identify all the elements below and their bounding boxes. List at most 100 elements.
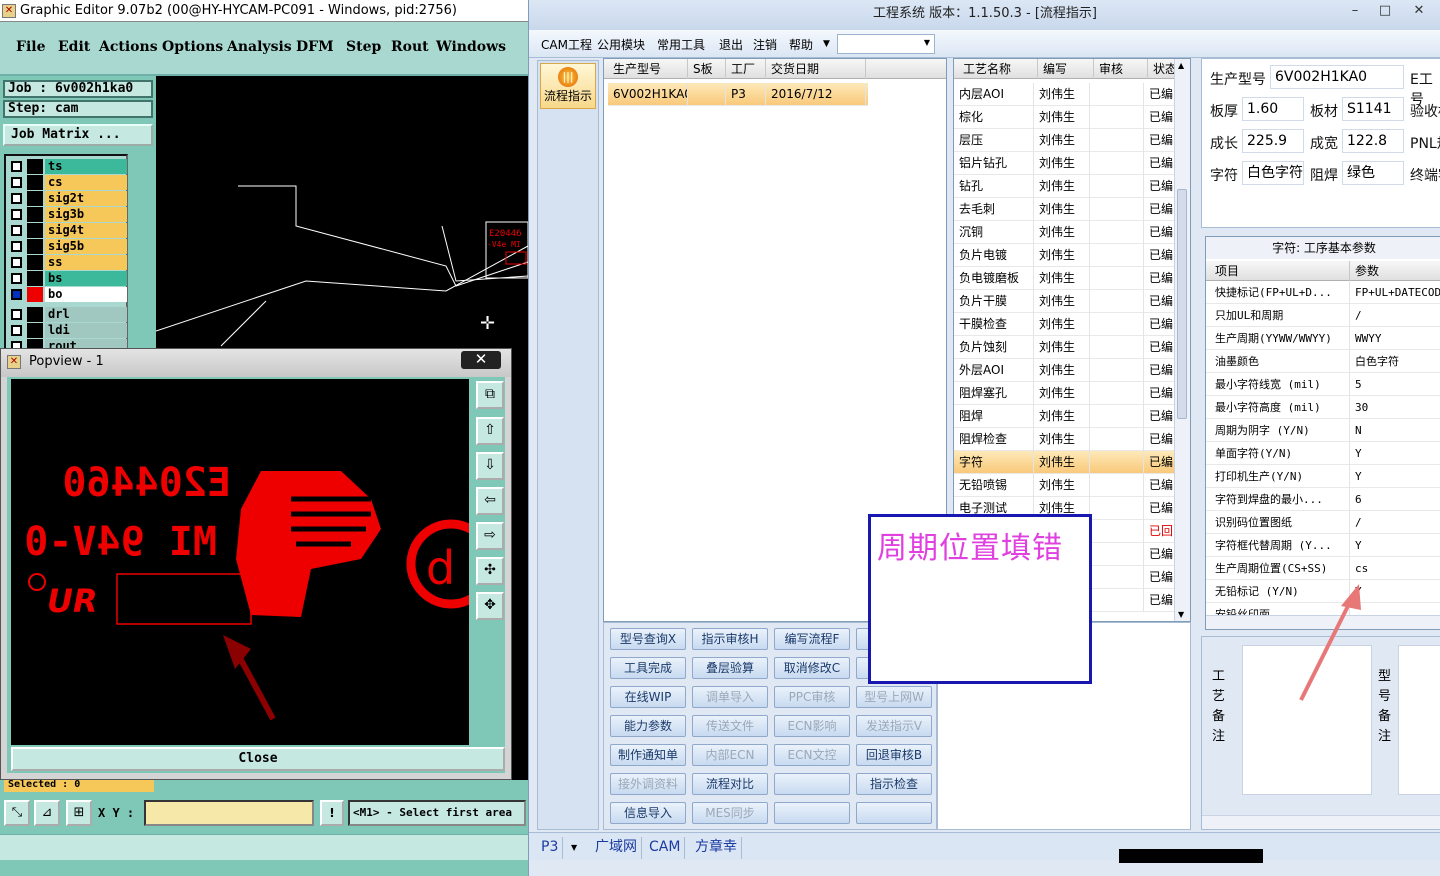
table-row[interactable]: 内层AOI 刘伟生 已编 [954,83,1176,106]
model-field[interactable]: 6V002H1KA0 [1270,65,1404,89]
col-model[interactable]: 生产型号 [608,59,688,79]
table-row[interactable]: 阻焊 刘伟生 已编 [954,405,1176,428]
table-row[interactable]: 生产周期(YYWW/WWYY) WWYY [1206,327,1440,350]
layer-checkbox[interactable] [11,209,22,220]
table-row[interactable]: 周期为阴字 (Y/N) N [1206,419,1440,442]
table-row[interactable]: 最小字符高度 (mil) 30 [1206,396,1440,419]
table-row[interactable]: 油墨颜色 白色字符 [1206,350,1440,373]
action-button[interactable]: 发送指示V [856,715,932,737]
menu-actions[interactable]: Actions [99,39,158,55]
action-button[interactable]: 流程对比 [692,773,768,795]
zoom-fit-icon[interactable]: ⧉ [476,381,504,409]
layer-row[interactable]: sig2t [9,191,127,206]
table-row[interactable]: 6V002H1KA0 P3 2016/7/12 [608,83,868,106]
process-scrollbar[interactable]: ▲ ▼ [1174,59,1190,621]
col-item[interactable]: 项目 [1210,261,1350,281]
scroll-down-icon[interactable]: ▼ [1178,610,1184,619]
maximize-icon[interactable]: □ [1373,2,1397,20]
layer-row[interactable]: cs [9,175,127,190]
action-button[interactable]: 型号查询X [610,628,686,650]
action-button[interactable]: 叠层验算 [692,657,768,679]
layer-checkbox[interactable] [11,241,22,252]
pan-right-icon[interactable]: ⇨ [476,522,504,550]
job-matrix-button[interactable]: Job Matrix ... [3,124,153,146]
remarks-hscroll[interactable] [1202,815,1440,829]
menu-rout[interactable]: Rout [391,39,429,55]
action-button[interactable] [774,802,850,824]
layer-row[interactable]: drl [9,307,127,322]
layer-row[interactable]: bo [9,287,127,302]
layer-checkbox[interactable] [11,193,22,204]
col-delivery-date[interactable]: 交货日期 [766,59,866,79]
menu-dfm[interactable]: DFM [296,39,334,55]
table-row[interactable]: 负片蚀刻 刘伟生 已编 [954,336,1176,359]
solder-mask-field[interactable]: 绿色 [1342,161,1404,185]
action-button[interactable]: 回退审核B [856,744,932,766]
action-button[interactable] [856,802,932,824]
layer-row[interactable]: ts [9,159,127,174]
graphic-canvas[interactable]: E20446 -V4e MI ✛ [155,76,529,356]
table-row[interactable]: 打印机生产(Y/N) Y [1206,465,1440,488]
menu-common-modules[interactable]: 公用模块 [597,36,645,53]
action-button[interactable]: 编写流程F [774,628,850,650]
table-row[interactable]: 生产周期位置(CS+SS) cs [1206,557,1440,580]
menu-analysis[interactable]: Analysis [227,39,292,55]
table-row[interactable]: 干膜检查 刘伟生 已编 [954,313,1176,336]
menu-exit[interactable]: 退出 [719,36,743,53]
material-field[interactable]: S1141 [1342,97,1404,121]
popview-image[interactable]: E204460 MI 94V-0 d UR [11,379,469,745]
tab-wan[interactable]: 广域网 [591,837,642,859]
flow-indicator-button[interactable]: ||| 流程指示 [540,63,596,109]
pan-left-icon[interactable]: ⇦ [476,487,504,515]
layer-row[interactable]: ldi [9,323,127,338]
menu-edit[interactable]: Edit [58,39,90,55]
table-row[interactable]: 外层AOI 刘伟生 已编 [954,359,1176,382]
table-row[interactable]: 负片干膜 刘伟生 已编 [954,290,1176,313]
scroll-up-icon[interactable]: ▲ [1178,61,1184,70]
factory-selector[interactable]: P3 [537,837,564,859]
action-button[interactable]: 工具完成 [610,657,686,679]
table-row[interactable]: 负电镀磨板 刘伟生 已编 [954,267,1176,290]
action-button[interactable]: 型号上网W [856,686,932,708]
layer-checkbox[interactable] [11,257,22,268]
col-process-name[interactable]: 工艺名称 [958,59,1038,79]
table-row[interactable]: 无铅喷锡 刘伟生 已编 [954,474,1176,497]
table-row[interactable]: 最小字符线宽 (mil) 5 [1206,373,1440,396]
menu-file[interactable]: File [16,39,45,55]
layer-row[interactable]: sig4t [9,223,127,238]
grid-icon[interactable]: ⊞ [66,800,92,826]
col-param[interactable]: 参数 [1350,261,1440,281]
window-close-icon[interactable]: ✕ [1407,2,1431,20]
tab-cam[interactable]: CAM [645,837,686,859]
menu-combo-box[interactable]: ▼ [837,34,935,54]
length-field[interactable]: 225.9 [1242,129,1304,153]
table-row[interactable]: 沉铜 刘伟生 已编 [954,221,1176,244]
action-button[interactable]: PPC审核 [774,686,850,708]
character-field[interactable]: 白色字符 [1242,161,1304,185]
menu-cam-project[interactable]: CAM工程 [541,36,592,53]
action-button[interactable]: 接外调资料 [610,773,686,795]
col-factory[interactable]: 工厂 [726,59,766,79]
pan-down-icon[interactable]: ⇩ [476,452,504,480]
menu-help[interactable]: 帮助 [789,36,813,53]
action-button[interactable]: 能力参数 [610,715,686,737]
thickness-field[interactable]: 1.60 [1242,97,1304,121]
layer-checkbox[interactable] [11,273,22,284]
layer-row[interactable]: bs [9,271,127,286]
popview-close-button[interactable]: Close [11,747,505,771]
zoom-in-icon[interactable]: ✣ [476,557,504,585]
col-reviewer[interactable]: 审核 [1094,59,1148,79]
table-row[interactable]: 字符到焊盘的最小... 6 [1206,488,1440,511]
action-button[interactable]: 制作通知单 [610,744,686,766]
menu-common-tools[interactable]: 常用工具 [657,36,705,53]
table-row[interactable]: 字符框代替周期 (Y... Y [1206,534,1440,557]
action-button[interactable]: 指示审核H [692,628,768,650]
action-button[interactable]: 在线WIP [610,686,686,708]
layer-checkbox[interactable] [11,325,22,336]
action-button[interactable]: ECN文控 [774,744,850,766]
table-row[interactable]: 字符 刘伟生 已编 [954,451,1176,474]
table-row[interactable]: 阻焊检查 刘伟生 已编 [954,428,1176,451]
menu-step[interactable]: Step [346,39,381,55]
layer-checkbox[interactable] [11,225,22,236]
layer-row[interactable]: ss [9,255,127,270]
